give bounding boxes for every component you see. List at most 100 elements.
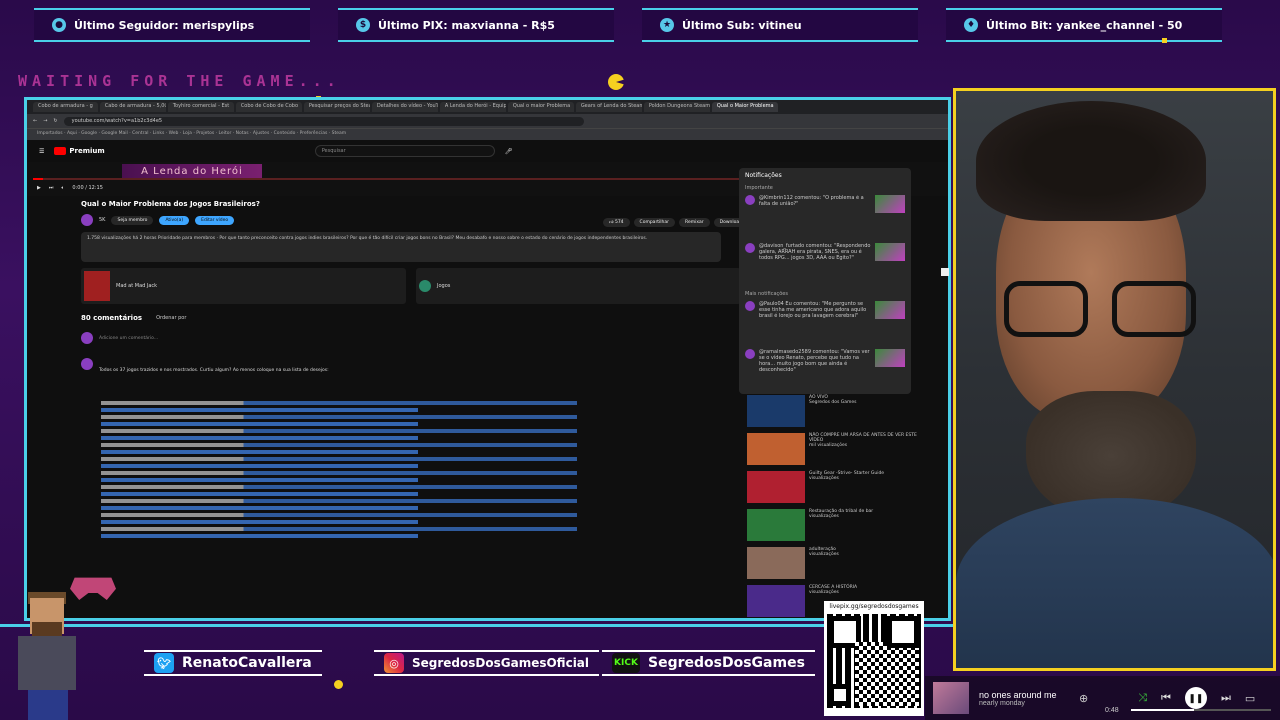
scrollbar-thumb[interactable] — [941, 268, 949, 276]
notification-item[interactable]: @Kimbrin112 comentou: "O problema é a fa… — [745, 195, 905, 235]
music-player: no ones around me nearly monday ⊕ ⤨ ⏮ ❚❚… — [925, 676, 1280, 720]
user-icon: ● — [52, 18, 66, 32]
browser-tab-active[interactable]: Qual o Maior Problema — [711, 102, 778, 112]
subscribed-button[interactable]: Ativo(a) — [159, 215, 190, 225]
add-comment-input[interactable]: Adicione um comentário... — [99, 336, 158, 341]
streamer-hair — [976, 101, 1206, 221]
track-info: no ones around me nearly monday — [979, 690, 1069, 707]
back-icon[interactable]: ← — [33, 118, 37, 124]
bookmarks-bar[interactable]: Importados · Aqui · Google · Google Mail… — [27, 128, 948, 140]
pause-button[interactable]: ❚❚ — [1184, 687, 1207, 709]
channel-avatar[interactable] — [81, 214, 93, 226]
pinned-comment-text: Todos os 37 jogos trazidos e nos mostrad… — [99, 368, 329, 373]
rec-meta: visualizações — [809, 590, 839, 595]
video-progress-bar[interactable] — [33, 178, 748, 180]
video-thumbnail — [747, 471, 805, 503]
mic-icon[interactable]: 🎤︎ — [505, 148, 513, 155]
youtube-header: ☰ Premium Pesquisar 🎤︎ — [27, 140, 948, 162]
url-input[interactable]: youtube.com/watch?v=a1b2c3d4e5 — [63, 116, 584, 126]
track-time: 0:48 — [1105, 707, 1119, 714]
play-icon[interactable]: ▶ — [37, 185, 41, 191]
game-thumbnail — [84, 271, 110, 301]
streamer-glasses — [1004, 281, 1204, 341]
pellet — [1162, 38, 1167, 43]
alert-pix-label: Último PIX: maxvianna - R$5 — [378, 18, 555, 32]
remix-button[interactable]: Remixar — [679, 218, 710, 227]
video-time: 0:00 / 12:15 — [72, 185, 103, 191]
notifications-important: Importante — [745, 185, 773, 191]
browser-tab[interactable]: Cabo de armadura - 5,00 — [99, 102, 166, 112]
like-count: 574 — [614, 220, 624, 225]
channel-subs: 5K — [99, 217, 106, 223]
instagram-label: SegredosDosGamesOficial — [412, 656, 590, 670]
alert-follower-label: Último Seguidor: merispylips — [74, 18, 255, 32]
browser-tab[interactable]: Poldon Dungeons Steam — [643, 102, 710, 112]
notification-text: @ramalmasedo2589 comentou: "Vamos ver se… — [759, 349, 870, 373]
shuffle-icon[interactable]: ⤨ — [1138, 692, 1147, 705]
game-card-title: Mad at Mad Jack — [116, 283, 158, 289]
edit-video-button[interactable]: Editar vídeo — [195, 215, 235, 225]
qr-code-panel: livepix.gg/segredosdosgames — [824, 601, 924, 716]
diamond-icon: ♦ — [964, 18, 978, 32]
reload-icon[interactable]: ↻ — [53, 118, 57, 124]
user-avatar — [81, 332, 93, 344]
add-icon[interactable]: ⊕ — [1079, 692, 1088, 705]
notification-item[interactable]: @ramalmasedo2589 comentou: "Vamos ver se… — [745, 349, 905, 389]
notification-item[interactable]: @Paulo04 Eu comentou: "Me pergunto se es… — [745, 301, 905, 341]
kick-icon: KICK — [612, 653, 640, 673]
sort-button[interactable]: Ordenar por — [156, 315, 186, 321]
next-icon[interactable]: ⏭ — [49, 185, 54, 191]
notification-avatar — [745, 301, 755, 311]
youtube-logo[interactable]: Premium — [54, 147, 105, 155]
recommended-video[interactable]: NÃO COMPRE UM ARSA DE ANTES DE VER ESTE … — [747, 433, 917, 467]
notification-item[interactable]: @davison_furtado comentou: "Respondendo … — [745, 243, 905, 283]
share-button[interactable]: Compartilhar — [633, 218, 676, 227]
join-button[interactable]: Seja membro — [111, 215, 154, 225]
instagram-handle: ◎ SegredosDosGamesOficial — [374, 650, 600, 676]
track-progress-fill — [1131, 709, 1194, 711]
browser-tab[interactable]: Pesquisar preços do Steam — [303, 102, 370, 112]
alert-bit: ♦ Último Bit: yankee_channel - 50 — [946, 8, 1222, 42]
like-button[interactable]: 👍︎ 574 — [602, 218, 630, 227]
browser-tab[interactable]: Cobo de armadura - g — [33, 102, 98, 112]
address-bar: ← → ↻ youtube.com/watch?v=a1b2c3d4e5 — [27, 114, 948, 128]
volume-icon[interactable]: 🔈︎ — [61, 185, 64, 191]
alert-pix: $ Último PIX: maxvianna - R$5 — [338, 8, 614, 42]
track-artist: nearly monday — [979, 699, 1025, 707]
menu-icon[interactable]: ☰ — [39, 148, 44, 155]
playback-controls: ⤨ ⏮ ❚❚ ⏭ ▭ — [1138, 687, 1255, 709]
forward-icon[interactable]: → — [43, 118, 47, 124]
recommended-video[interactable]: AO VIVO Segredos dos Games — [747, 395, 917, 429]
browser-tab[interactable]: A Lenda do Herói - Equip — [439, 102, 506, 112]
notification-avatar — [745, 349, 755, 359]
game-card[interactable]: Mad at Mad Jack — [81, 268, 406, 304]
notification-thumbnail — [875, 349, 905, 367]
youtube-search-input[interactable]: Pesquisar — [314, 145, 495, 157]
browser-tab[interactable]: Gears of Lenda do Steam — [575, 102, 642, 112]
previous-icon[interactable]: ⏮ — [1161, 692, 1171, 705]
browser-tab[interactable]: Toyhiro comercial - Est — [167, 102, 234, 112]
browser-tab[interactable]: Qual o maior Problema — [507, 102, 574, 112]
recommended-video[interactable]: Restauração da tribal de bar visualizaçõe… — [747, 509, 917, 543]
pixel-avatar — [8, 590, 88, 720]
jogos-card-title: Jogos — [437, 283, 451, 289]
twitter-label: RenatoCavallera — [182, 655, 312, 671]
notification-avatar — [745, 243, 755, 253]
track-progress[interactable] — [1131, 709, 1271, 711]
rec-meta: visualizações — [809, 552, 839, 557]
pip-icon[interactable]: ▭ — [1245, 692, 1255, 705]
recommended-video[interactable]: Guilty Gear -Strive- Starter Guide visual… — [747, 471, 917, 505]
browser-tab[interactable]: Detalhes do vídeo - YouT — [371, 102, 438, 112]
video-thumbnail — [747, 585, 805, 617]
next-track-icon[interactable]: ⏭ — [1221, 692, 1231, 705]
twitter-handle: 🐦︎ RenatoCavallera — [144, 650, 322, 676]
jogos-card[interactable]: Jogos — [416, 268, 741, 304]
notifications-panel: Notificações Importante @Kimbrin112 come… — [739, 168, 911, 394]
browser-tab[interactable]: Cobo de Cobo de Cobo — [235, 102, 302, 112]
video-description[interactable]: 1.758 visualizações há 2 horas Prioridad… — [81, 232, 721, 262]
album-art — [933, 682, 969, 714]
video-thumbnail — [747, 395, 805, 427]
video-banner: A Lenda do Herói — [122, 164, 262, 178]
recommended-video[interactable]: adulteração visualizações — [747, 547, 917, 581]
rec-meta: mil visualizações — [809, 443, 848, 448]
